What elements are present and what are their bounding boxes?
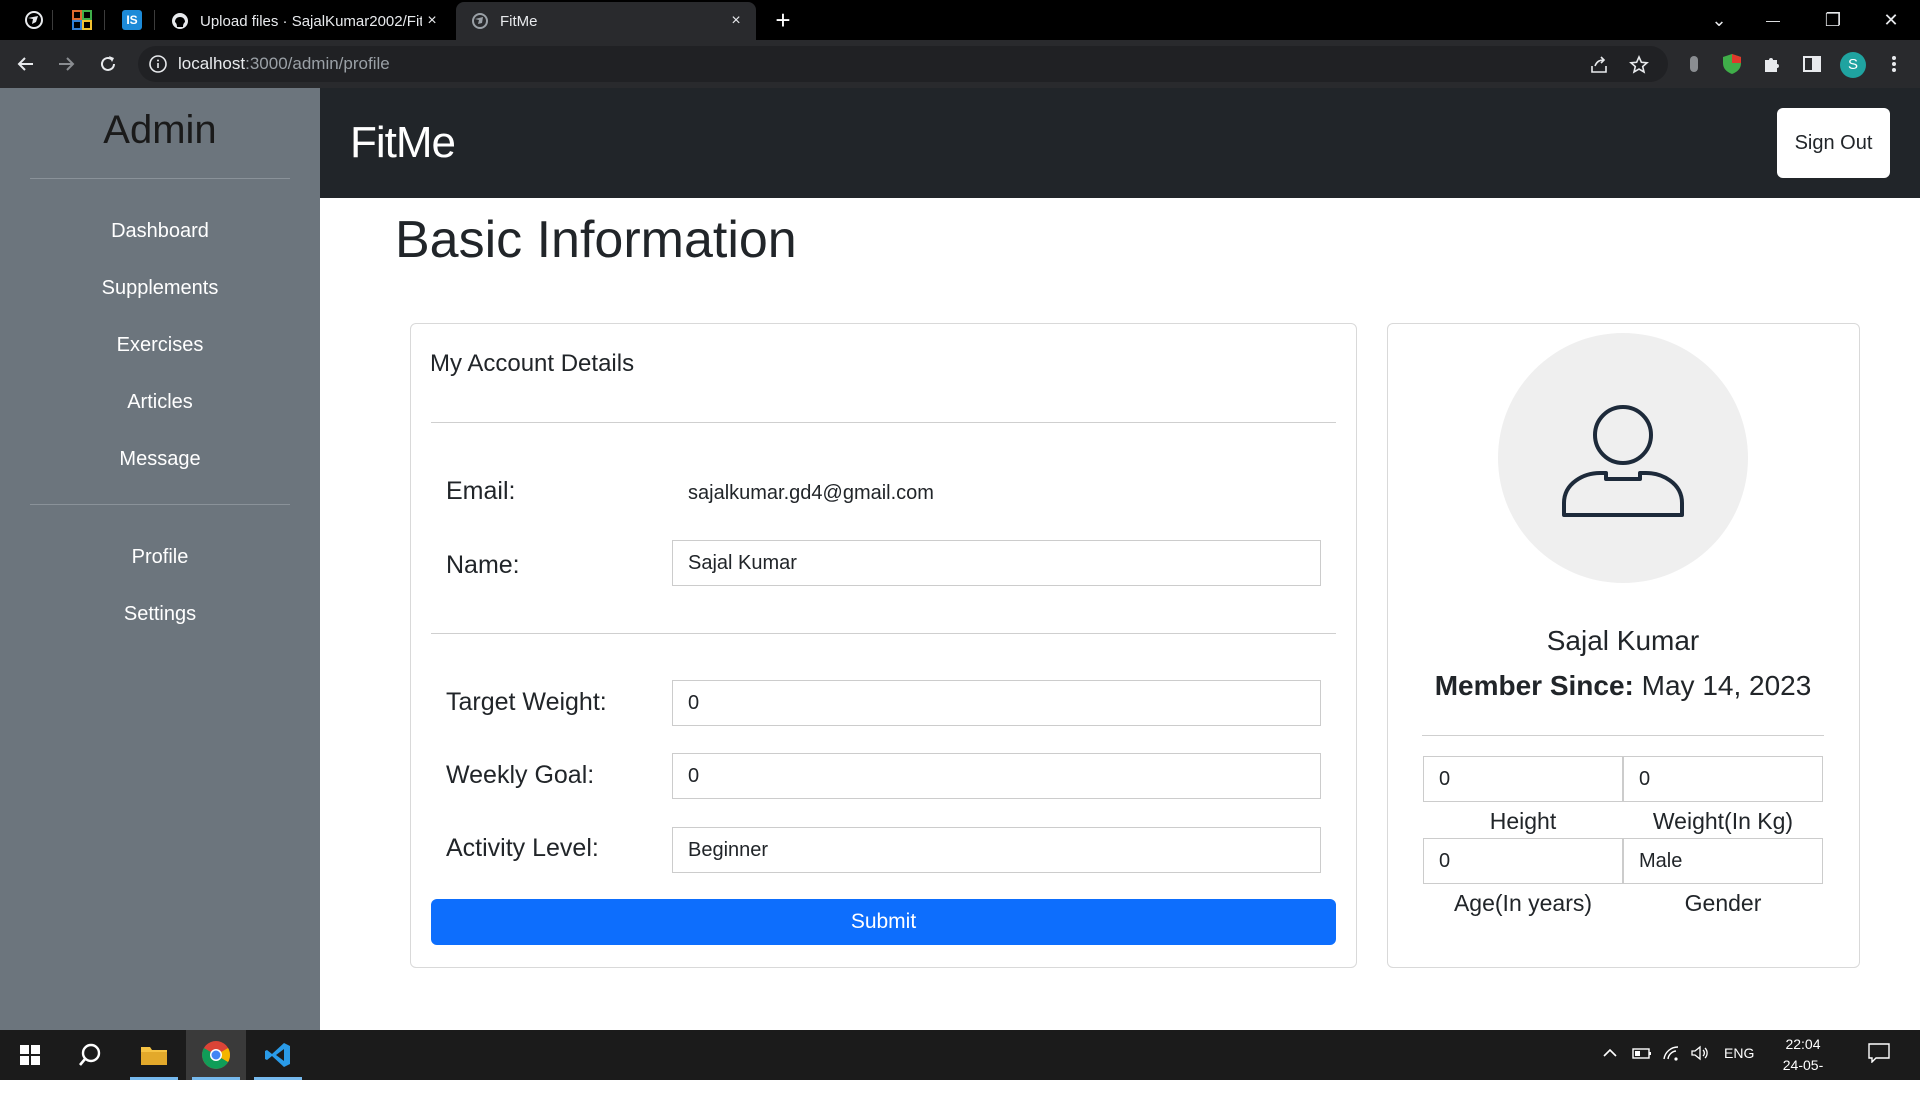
back-arrow-icon[interactable] — [12, 50, 40, 78]
bookmark-star-icon[interactable] — [1628, 54, 1650, 76]
section-divider — [431, 633, 1336, 634]
search-icon[interactable] — [60, 1030, 120, 1080]
language-indicator[interactable]: ENG — [1724, 1045, 1754, 1061]
url-text: localhost:3000/admin/profile — [178, 54, 390, 73]
user-avatar — [1498, 333, 1748, 583]
globe-icon[interactable] — [22, 8, 46, 32]
shield-extension-icon[interactable] — [1720, 52, 1744, 76]
sidebar-item-exercises[interactable]: Exercises — [0, 334, 320, 357]
sign-out-button[interactable]: Sign Out — [1777, 108, 1890, 178]
email-label: Email: — [446, 477, 516, 505]
address-bar[interactable]: localhost:3000/admin/profile — [138, 46, 1668, 82]
card-title: My Account Details — [430, 350, 635, 377]
sidebar-item-settings[interactable]: Settings — [0, 603, 320, 626]
submit-button[interactable]: Submit — [431, 899, 1336, 945]
site-info-icon[interactable] — [148, 54, 168, 74]
activity-level-field[interactable]: Beginner — [672, 827, 1321, 873]
sidebar-item-articles[interactable]: Articles — [0, 391, 320, 414]
target-weight-field[interactable]: 0 — [672, 680, 1321, 726]
page-title: Basic Information — [395, 211, 797, 269]
member-since: Member Since: May 14, 2023 — [1388, 670, 1858, 702]
sidebar-item-dashboard[interactable]: Dashboard — [0, 220, 320, 243]
app-header: FitMe — [320, 88, 1920, 198]
age-label: Age(In years) — [1453, 890, 1593, 916]
name-label: Name: — [446, 551, 520, 579]
close-window-button[interactable]: ✕ — [1864, 0, 1918, 40]
member-since-value: May 14, 2023 — [1641, 670, 1812, 701]
browser-tab-bar: IS Upload files · SajalKumar2002/Fit × F… — [0, 0, 1920, 40]
clock-time: 22:04 — [1785, 1036, 1821, 1052]
wifi-icon[interactable] — [1662, 1045, 1680, 1064]
email-value: sajalkumar.gd4@gmail.com — [688, 482, 934, 504]
sidebar-item-profile[interactable]: Profile — [0, 546, 320, 569]
weekly-goal-label: Weekly Goal: — [446, 761, 595, 789]
sidebar-brand: Admin — [103, 108, 217, 152]
puzzle-icon[interactable] — [1760, 52, 1784, 76]
grid-app-icon[interactable] — [70, 8, 94, 32]
tab-fitme[interactable]: FitMe × — [456, 2, 756, 40]
windows-start-icon[interactable] — [0, 1030, 60, 1080]
user-icon — [1562, 405, 1684, 517]
weekly-goal-field[interactable]: 0 — [672, 753, 1321, 799]
gender-field[interactable]: Male — [1623, 838, 1823, 884]
member-since-label: Member Since: — [1434, 670, 1634, 701]
system-clock[interactable]: 22:04 24-05-2023 — [1768, 1034, 1838, 1097]
reload-icon[interactable] — [94, 50, 122, 78]
sidebar-item-message[interactable]: Message — [0, 448, 320, 471]
browser-toolbar: localhost:3000/admin/profile S — [0, 40, 1920, 88]
tab-title: Upload files · SajalKumar2002/Fit — [200, 12, 422, 30]
sidebar-divider — [30, 504, 290, 505]
notification-icon[interactable] — [1868, 1043, 1890, 1066]
app-logo[interactable]: FitMe — [350, 118, 456, 168]
forward-arrow-icon[interactable] — [52, 50, 80, 78]
extension-icon[interactable] — [1682, 52, 1706, 76]
height-field[interactable]: 0 — [1423, 756, 1623, 802]
weight-field[interactable]: 0 — [1623, 756, 1823, 802]
battery-icon[interactable] — [1632, 1045, 1652, 1064]
close-tab-icon[interactable]: × — [422, 11, 442, 31]
target-weight-label: Target Weight: — [446, 688, 607, 716]
tab-upload-files[interactable]: Upload files · SajalKumar2002/Fit × — [156, 2, 452, 40]
chevron-up-icon[interactable] — [1602, 1045, 1618, 1064]
github-icon — [170, 11, 190, 31]
clock-date: 24-05-2023 — [1782, 1057, 1824, 1094]
profile-avatar[interactable]: S — [1840, 52, 1866, 78]
admin-sidebar: Admin Dashboard Supplements Exercises Ar… — [0, 88, 320, 1030]
chrome-icon[interactable] — [186, 1030, 246, 1080]
windows-taskbar: ENG 22:04 24-05-2023 — [0, 1030, 1920, 1094]
age-field[interactable]: 0 — [1423, 838, 1623, 884]
globe-icon — [470, 11, 490, 31]
sidebar-divider — [30, 178, 290, 179]
profile-divider — [1422, 735, 1824, 736]
card-divider — [431, 422, 1336, 423]
close-tab-icon[interactable]: × — [726, 11, 746, 31]
pinned-tab-icon[interactable]: IS — [120, 8, 144, 32]
volume-icon[interactable] — [1690, 1045, 1710, 1064]
new-tab-button[interactable]: + — [770, 7, 796, 34]
tab-search-icon[interactable]: ⌄ — [1692, 0, 1746, 40]
sidebar-item-supplements[interactable]: Supplements — [0, 277, 320, 300]
profile-name: Sajal Kumar — [1546, 625, 1700, 656]
file-explorer-icon[interactable] — [124, 1030, 184, 1080]
gender-label: Gender — [1684, 890, 1762, 916]
weight-label: Weight(In Kg) — [1652, 808, 1794, 834]
name-field[interactable]: Sajal Kumar — [672, 540, 1321, 586]
tab-title: FitMe — [500, 12, 538, 30]
kebab-menu-icon[interactable] — [1882, 52, 1906, 76]
height-label: Height — [1489, 808, 1557, 834]
activity-level-label: Activity Level: — [446, 834, 599, 862]
vscode-icon[interactable] — [248, 1030, 308, 1080]
side-panel-icon[interactable] — [1800, 52, 1824, 76]
restore-button[interactable]: ❐ — [1806, 0, 1860, 40]
share-icon[interactable] — [1588, 54, 1610, 76]
minimize-button[interactable]: — — [1746, 0, 1800, 40]
